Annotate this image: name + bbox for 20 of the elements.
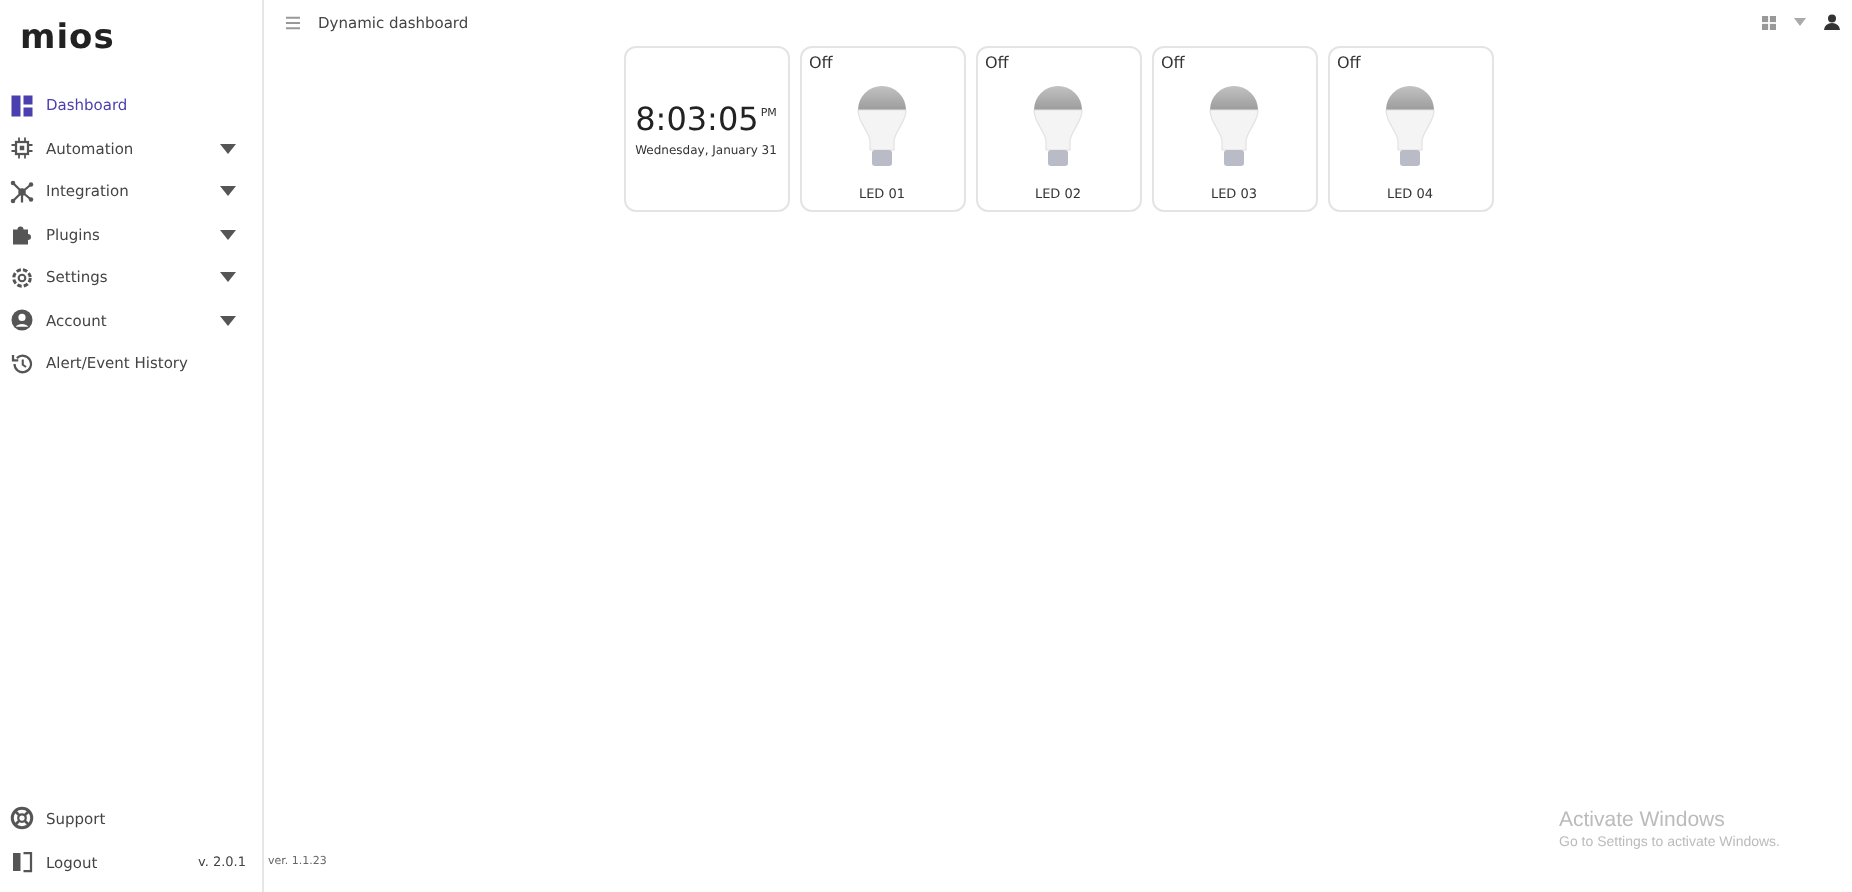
puzzle-icon bbox=[10, 222, 34, 247]
user-icon bbox=[10, 308, 34, 333]
user-icon[interactable] bbox=[1824, 14, 1840, 30]
clock-time: 8:03:05 bbox=[635, 100, 759, 138]
grid-icon[interactable] bbox=[1762, 15, 1776, 29]
network-icon bbox=[10, 179, 34, 204]
light-status: Off bbox=[1335, 52, 1361, 76]
menu-icon[interactable] bbox=[286, 15, 300, 29]
dropdown-caret-icon[interactable] bbox=[1794, 18, 1806, 26]
logo: mios bbox=[18, 16, 117, 62]
history-icon bbox=[10, 351, 34, 376]
light-status: Off bbox=[1159, 52, 1185, 76]
logout-icon bbox=[10, 850, 34, 874]
light-status: Off bbox=[983, 52, 1009, 76]
dashboard-icon bbox=[10, 93, 34, 118]
activation-title: Activate Windows bbox=[1559, 808, 1727, 832]
light-status: Off bbox=[807, 52, 833, 76]
settings-icon bbox=[10, 265, 34, 290]
support-icon bbox=[10, 806, 34, 830]
chip-icon bbox=[10, 136, 34, 161]
